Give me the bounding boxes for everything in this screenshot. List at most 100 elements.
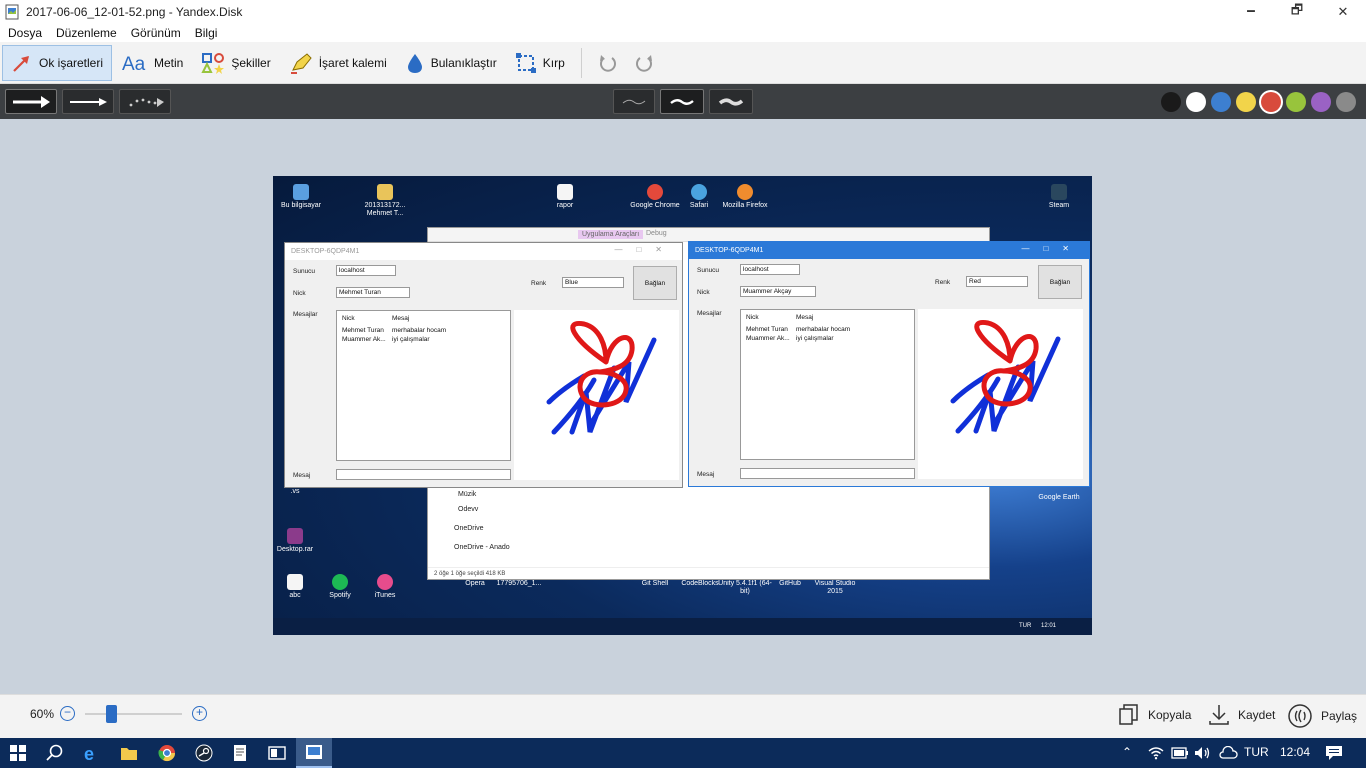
menu-edit[interactable]: Düzenleme [56,26,117,40]
zoom-slider-thumb[interactable] [106,705,117,723]
arrow-style-thick-button[interactable] [5,89,57,114]
marker-tool[interactable]: İşaret kalemi [281,45,395,81]
message-list: Nick Mesaj Mehmet Turan merhabalar hocam… [740,309,915,460]
share-button[interactable]: Paylaş [1287,703,1357,729]
taskbar-yandex-disk[interactable] [296,738,332,768]
tab-app-tools: Uygulama Araçları [578,230,644,239]
color-swatch-red[interactable] [1261,92,1281,112]
menu-view[interactable]: Görünüm [131,26,181,40]
server-input[interactable]: localhost [336,265,396,276]
crop-tool[interactable]: Kırp [507,45,573,81]
arrow-icon [13,55,29,72]
notifications-icon[interactable] [1325,745,1343,761]
start-button[interactable] [0,738,36,768]
color-swatch-gray[interactable] [1336,92,1356,112]
color-swatch-black[interactable] [1161,92,1181,112]
menu-file[interactable]: Dosya [8,26,42,40]
chat-window-left: DESKTOP-6QDP4M1 —□✕ Sunucu localhost Nic… [284,242,683,488]
tray-clock[interactable]: 12:04 [1280,745,1310,759]
connect-button[interactable]: Bağlan [1038,265,1082,299]
nick-input[interactable]: Mehmet Turan [336,287,410,298]
list-item: Muammer Ak... [342,336,386,343]
chat-window-right-title: DESKTOP-6QDP4M1 —□✕ [689,242,1089,259]
color-swatch-white[interactable] [1186,92,1206,112]
redo-icon [635,54,652,72]
arrow-tool[interactable]: Ok işaretleri [2,44,113,81]
drawing-canvas[interactable] [918,309,1083,479]
desktop-icon-google-earth: Google Earth [1038,494,1080,501]
options-bar [0,84,1366,119]
battery-icon[interactable] [1171,747,1189,759]
blur-tool[interactable]: Bulanıklaştır [397,45,505,81]
nick-input[interactable]: Muammer Akçay [740,286,816,297]
save-button[interactable]: Kaydet [1208,703,1275,727]
droplet-icon [407,53,422,73]
text-icon: Aa [122,54,146,74]
arrow-style-thin-button[interactable] [62,89,114,114]
thick-arrow-icon [13,95,50,108]
windows-logo-icon [10,745,26,761]
cloud-sync-icon[interactable] [1218,746,1238,760]
messages-label: Mesajlar [697,310,722,317]
edge-icon: e [84,744,94,762]
window-icon [268,746,286,760]
taskbar-edge[interactable]: e [74,738,110,768]
save-label: Kaydet [1238,708,1276,722]
line-width-thick-button[interactable] [709,89,753,114]
folder-icon [121,748,137,760]
share-icon [1288,704,1312,728]
menu-bar: Dosya Düzenleme Görünüm Bilgi [0,23,1366,42]
message-label: Mesaj [697,471,715,478]
thin-arrow-icon [70,97,107,106]
color-swatch-purple[interactable] [1311,92,1331,112]
taskbar-chrome[interactable] [149,738,185,768]
minimize-button[interactable]: 🗕 [1228,0,1274,23]
server-input[interactable]: localhost [740,264,800,275]
redo-button[interactable] [626,45,662,81]
marker-icon [290,52,312,74]
volume-icon[interactable] [1194,746,1212,760]
color-swatch-yellow[interactable] [1236,92,1256,112]
taskbar-explorer[interactable] [111,738,147,768]
close-button[interactable]: ✕ [1320,0,1366,23]
color-label: Renk [935,279,951,286]
maximize-button[interactable]: 🗗 [1274,0,1320,23]
drawing-canvas[interactable] [514,310,679,480]
shapes-tool-label: Şekiller [231,55,271,70]
nick-label: Nick [697,289,710,296]
line-width-thin-button[interactable] [613,89,655,114]
list-item: Mehmet Turan [342,327,384,334]
arrow-style-curved-button[interactable] [119,89,171,114]
color-swatch-blue[interactable] [1211,92,1231,112]
text-tool[interactable]: Aa Metin [114,45,191,81]
search-icon [46,744,63,761]
taskbar-window[interactable] [259,738,295,768]
dotted-arrow-icon [129,97,164,107]
zoom-out-button[interactable]: − [60,706,75,721]
screenshot-taskbar: TUR 12:01 [273,618,1092,635]
zoom-slider-track[interactable] [85,713,182,715]
desktop-icon-itunes: iTunes [357,574,413,600]
svg-text:e: e [84,744,94,762]
copy-button[interactable]: Kopyala [1118,703,1191,727]
tray-chevron-up-icon[interactable]: ⌃ [1122,745,1132,759]
message-input[interactable] [740,468,915,479]
wifi-icon[interactable] [1148,746,1164,760]
zoom-in-button[interactable]: + [192,706,207,721]
undo-button[interactable] [590,45,626,81]
column-message: Mesaj [796,314,814,321]
taskbar-app[interactable] [222,738,258,768]
taskbar-steam[interactable] [186,738,222,768]
color-input[interactable]: Blue [562,277,624,288]
connect-button[interactable]: Bağlan [633,266,677,300]
shapes-tool[interactable]: Şekiller [193,45,278,81]
line-width-medium-button[interactable] [660,89,704,114]
message-input[interactable] [336,469,511,480]
menu-info[interactable]: Bilgi [195,26,218,40]
steam-icon [195,744,213,762]
explorer-ribbon: Uygulama Araçları Debug [428,228,989,242]
search-button[interactable] [37,738,73,768]
color-input[interactable]: Red [966,276,1028,287]
color-swatch-green[interactable] [1286,92,1306,112]
tray-language[interactable]: TUR [1244,745,1269,759]
